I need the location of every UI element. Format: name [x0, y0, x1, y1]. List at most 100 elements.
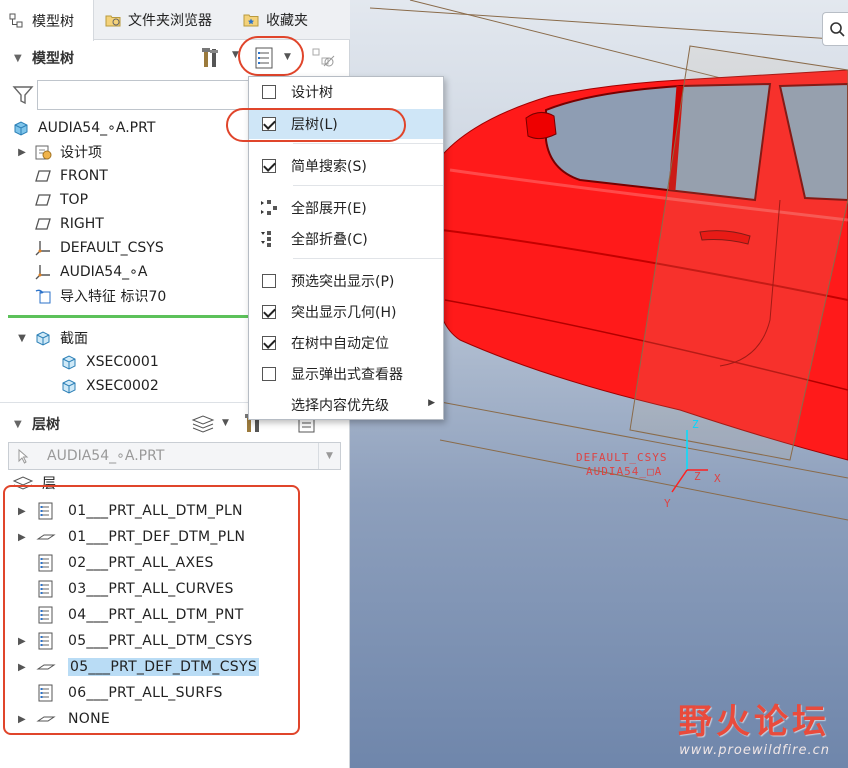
tree-filter-input[interactable]: [37, 80, 255, 110]
design-items-icon: [35, 145, 52, 160]
checkbox-checked-icon: [262, 305, 276, 319]
tab-label: 收藏夹: [266, 13, 308, 29]
menu-item-simple-search[interactable]: 简单搜索(S): [249, 151, 443, 181]
layer-tree-title: 层树: [32, 417, 60, 433]
csys-icon: [35, 265, 50, 280]
layers-icon[interactable]: [190, 412, 216, 434]
datum-plane-icon: [35, 194, 51, 206]
menu-item-preselect-highlight[interactable]: 预选突出显示(P): [249, 266, 443, 296]
annotation-ellipse-layer-tree: [226, 108, 406, 142]
watermark-title: 野火论坛: [678, 702, 830, 742]
axis-x-label: X: [714, 472, 722, 485]
menu-item-label: 简单搜索(S): [291, 159, 367, 175]
tree-settings-tools-icon[interactable]: [200, 46, 226, 70]
annotation-circle-show-button: [238, 36, 304, 76]
menu-item-label: 全部折叠(C): [291, 232, 368, 248]
pointer-icon: [18, 448, 29, 464]
section-item[interactable]: XSEC0002: [60, 374, 159, 398]
csys-icon: [35, 241, 50, 256]
submenu-arrow-icon: ▶: [428, 398, 435, 408]
collapse-arrow-icon[interactable]: ▼: [16, 333, 28, 344]
menu-item-selection-priority[interactable]: 选择内容优先级 ▶: [249, 390, 443, 420]
tab-label: 文件夹浏览器: [128, 13, 212, 29]
tree-item-label: 导入特征 标识70: [60, 289, 167, 305]
tree-item[interactable]: RIGHT: [34, 212, 104, 236]
filter-icon: [12, 86, 34, 105]
model-select-value: AUDIA54_∘A.PRT: [47, 448, 165, 464]
collapse-all-icon: [261, 231, 271, 247]
collapse-caret-icon[interactable]: ▼: [14, 419, 24, 430]
tree-item-label: FRONT: [60, 168, 108, 184]
model-tree-icon: [9, 13, 23, 27]
model-select[interactable]: AUDIA54_∘A.PRT ▼: [8, 442, 341, 470]
tree-root-label: AUDIA54_∘A.PRT: [38, 120, 156, 136]
tree-item[interactable]: FRONT: [34, 164, 108, 188]
annotation-box-layers: [3, 485, 300, 735]
watermark: 野火论坛 www.proewildfire.cn: [678, 694, 830, 758]
tree-item-label: AUDIA54_∘A: [60, 264, 148, 280]
tree-item[interactable]: DEFAULT_CSYS: [34, 236, 164, 260]
collapse-caret-icon[interactable]: ▼: [14, 53, 24, 64]
folder-browser-icon: [105, 15, 121, 27]
checkbox-icon: [262, 367, 276, 381]
tab-model-tree[interactable]: 模型树: [0, 0, 94, 41]
checkbox-icon: [262, 85, 276, 99]
menu-item-label: 预选突出显示(P): [291, 274, 395, 290]
checkbox-checked-icon: [262, 336, 276, 350]
hide-tree-icon[interactable]: [310, 46, 338, 70]
section-icon: [62, 379, 76, 394]
tree-item[interactable]: ▶ 设计项: [16, 140, 102, 164]
axis-y-label: Y: [664, 497, 672, 510]
favorites-icon: [243, 14, 259, 27]
expand-arrow-icon[interactable]: ▶: [16, 147, 28, 158]
menu-item-label: 显示弹出式查看器: [291, 367, 403, 383]
checkbox-icon: [262, 274, 276, 288]
section-item[interactable]: XSEC0001: [60, 350, 159, 374]
chevron-down-icon[interactable]: ▼: [318, 443, 340, 469]
tab-label: 模型树: [32, 13, 74, 30]
menu-item-label: 突出显示几何(H): [291, 305, 397, 321]
menu-item-label: 选择内容优先级: [291, 398, 389, 414]
tree-item[interactable]: AUDIA54_∘A: [34, 260, 147, 284]
menu-item-popup-viewer[interactable]: 显示弹出式查看器: [249, 359, 443, 389]
csys-label-model: AUDIA54_□A: [586, 465, 663, 478]
sections-title: 截面: [60, 331, 88, 347]
menu-item-auto-locate[interactable]: 在树中自动定位: [249, 328, 443, 358]
tab-favorites[interactable]: 收藏夹: [234, 0, 330, 40]
checkbox-checked-icon: [262, 159, 276, 173]
menu-item-highlight-geometry[interactable]: 突出显示几何(H): [249, 297, 443, 327]
tab-folder-browser[interactable]: 文件夹浏览器: [96, 0, 234, 40]
datum-plane-icon: [35, 218, 51, 230]
search-button[interactable]: [822, 12, 848, 46]
watermark-url: www.proewildfire.cn: [679, 743, 830, 758]
menu-item-label: 全部展开(E): [291, 201, 367, 217]
tree-item-label: DEFAULT_CSYS: [60, 240, 164, 256]
tree-item-label: 设计项: [60, 145, 102, 161]
menu-item-collapse-all[interactable]: 全部折叠(C): [249, 224, 443, 254]
menu-item-design-tree[interactable]: 设计树: [249, 77, 443, 107]
search-icon: [830, 22, 845, 37]
menu-separator: [293, 185, 443, 186]
expand-all-icon: [261, 200, 277, 215]
part-icon: [14, 121, 28, 136]
section-icon: [36, 331, 50, 346]
sections-node[interactable]: ▼ 截面: [16, 326, 88, 350]
tree-item[interactable]: 导入特征 标识70: [34, 284, 166, 308]
menu-item-expand-all[interactable]: 全部展开(E): [249, 193, 443, 223]
tree-item[interactable]: TOP: [34, 188, 88, 212]
navigator-tabs: 模型树 文件夹浏览器 收藏夹: [0, 0, 350, 41]
section-item-label: XSEC0001: [86, 354, 159, 370]
menu-item-label: 在树中自动定位: [291, 336, 389, 352]
import-feature-icon: [35, 289, 51, 304]
csys-label-default: DEFAULT_CSYS: [576, 451, 668, 464]
layers-dropdown-icon[interactable]: ▼: [222, 418, 229, 428]
menu-separator: [293, 143, 443, 144]
axis-z-label: Z: [692, 418, 700, 431]
section-item-label: XSEC0002: [86, 378, 159, 394]
axis-z2-label: Z: [694, 470, 702, 483]
tree-root-item[interactable]: AUDIA54_∘A.PRT: [12, 116, 155, 140]
tree-item-label: RIGHT: [60, 216, 104, 232]
section-icon: [62, 355, 76, 370]
menu-separator: [293, 258, 443, 259]
datum-plane-icon: [35, 170, 51, 182]
